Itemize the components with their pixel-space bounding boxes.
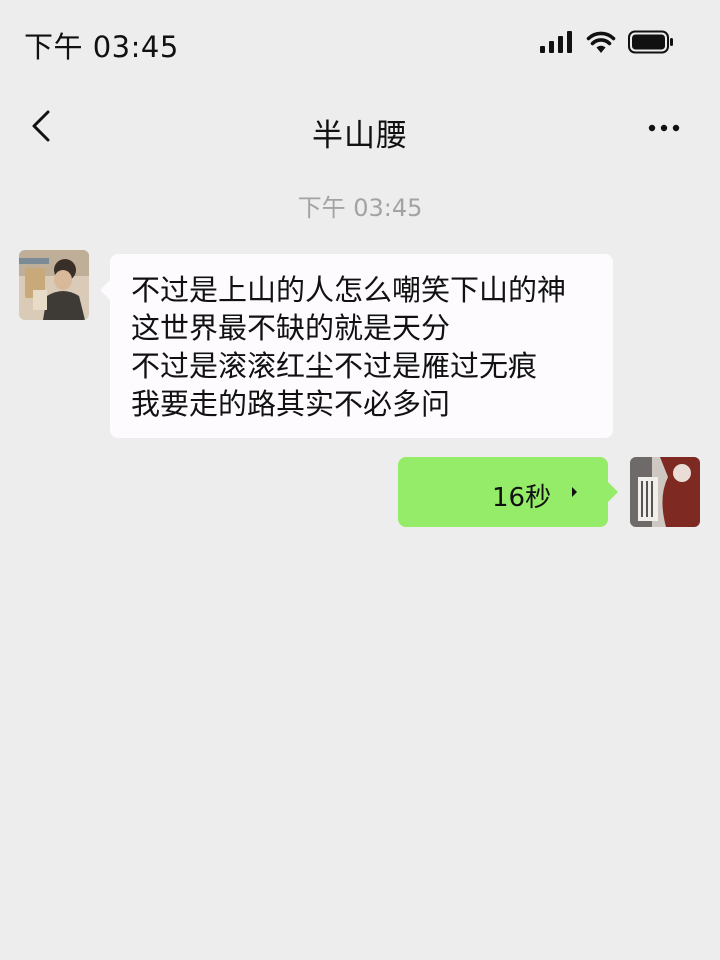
voice-message-bubble[interactable]: 16秒 (398, 457, 618, 527)
wifi-icon (586, 31, 616, 53)
more-button[interactable] (646, 110, 686, 146)
my-avatar-image (630, 457, 700, 527)
status-time: 下午 03:45 (24, 30, 179, 64)
nav-bar: 半山腰 (0, 96, 720, 168)
chat-title: 半山腰 (312, 118, 408, 154)
voice-wave-icon (572, 487, 577, 497)
more-dots-icon (648, 124, 680, 132)
message-line: 这世界最不缺的就是天分 (131, 311, 451, 345)
message-timestamp: 下午 03:45 (297, 194, 423, 222)
status-bar: 下午 03:45 (0, 0, 720, 86)
my-avatar[interactable] (630, 457, 700, 527)
incoming-message-bubble[interactable]: 不过是上山的人怎么嘲笑下山的神 这世界最不缺的就是天分 不过是滚滚红尘不过是雁过… (100, 254, 613, 438)
status-icons (540, 28, 674, 56)
contact-avatar-image (19, 250, 89, 320)
message-line: 不过是上山的人怎么嘲笑下山的神 (131, 273, 567, 307)
voice-duration: 16秒 (492, 483, 552, 513)
signal-icon (540, 31, 572, 53)
message-line: 不过是滚滚红尘不过是雁过无痕 (131, 349, 538, 383)
contact-avatar[interactable] (19, 250, 89, 320)
message-line: 我要走的路其实不必多问 (131, 387, 451, 421)
battery-icon (628, 30, 673, 54)
